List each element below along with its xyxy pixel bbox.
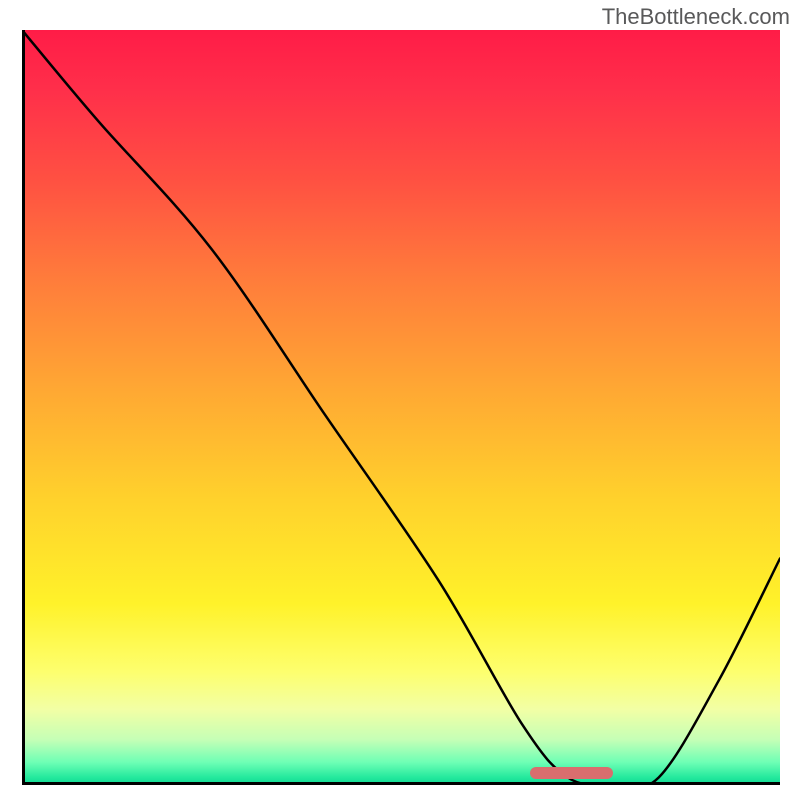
bottleneck-chart [22,30,780,785]
bottleneck-curve-line [22,30,780,785]
attribution-text: TheBottleneck.com [602,4,790,30]
optimal-range-marker [530,767,613,779]
